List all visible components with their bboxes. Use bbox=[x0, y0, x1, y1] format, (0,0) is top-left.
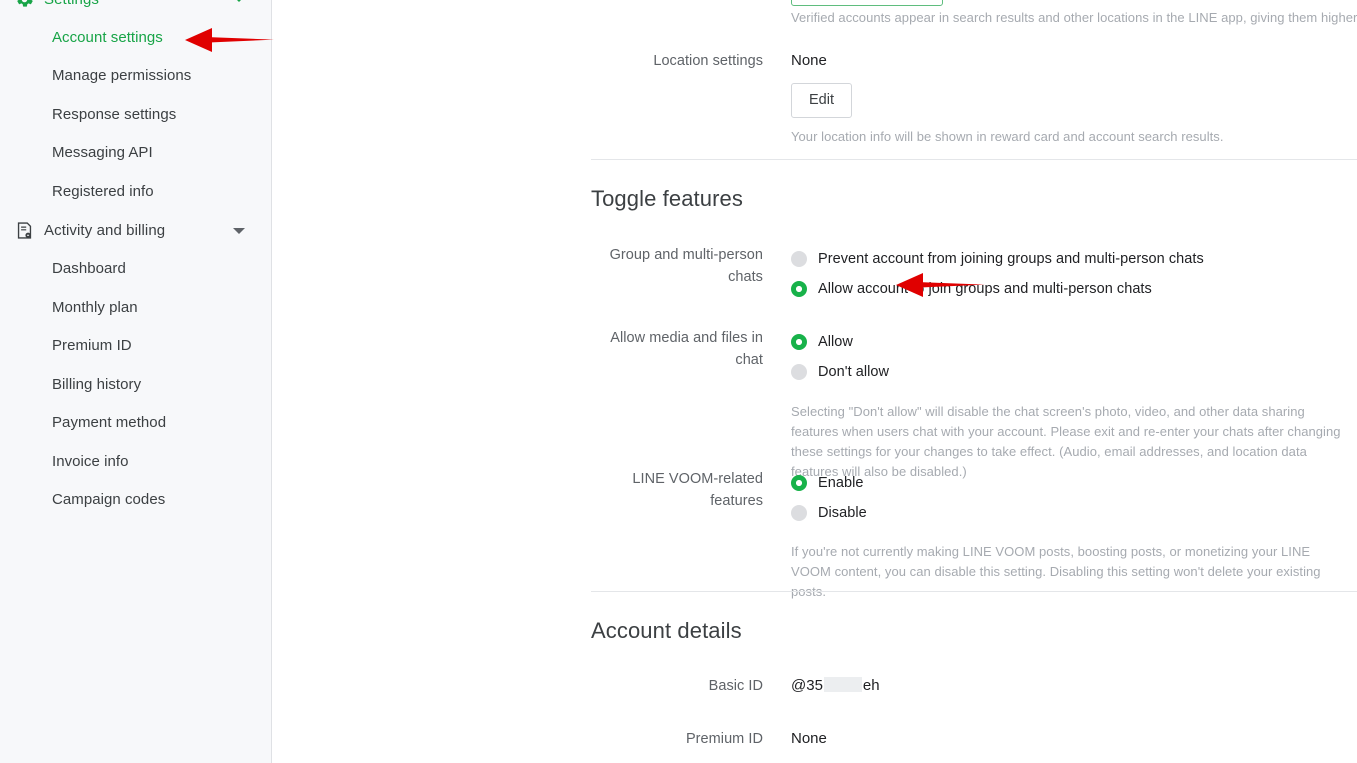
sidebar-navigation: Settings Account settings Manage permiss… bbox=[0, 0, 272, 763]
radio-voom-enable[interactable]: Enable bbox=[791, 468, 1357, 498]
location-settings-value-group: None Edit Your location info will be sho… bbox=[791, 50, 1357, 147]
radio-indicator-selected bbox=[791, 475, 807, 491]
sidebar-item-label: Billing history bbox=[52, 375, 142, 393]
gear-icon bbox=[14, 0, 34, 9]
basic-id-value: @35 eh bbox=[791, 675, 1357, 697]
toggle-features-title: Toggle features bbox=[591, 186, 743, 211]
group-chats-label: Group and multi-person chats bbox=[609, 247, 763, 285]
sidebar-item-label: Response settings bbox=[52, 105, 177, 123]
radio-indicator-unselected bbox=[791, 505, 807, 521]
sidebar-group-label-activity-and-billing: Activity and billing bbox=[44, 222, 166, 239]
radio-media-dont-allow[interactable]: Don't allow bbox=[791, 357, 1357, 387]
premium-id-label: Premium ID bbox=[685, 731, 763, 747]
chevron-down-icon[interactable] bbox=[233, 227, 245, 234]
line-voom-label: LINE VOOM-related features bbox=[632, 471, 763, 509]
sidebar-item-label: Monthly plan bbox=[52, 298, 138, 316]
section-divider-toggle-features bbox=[591, 159, 1357, 160]
group-chats-field: Group and multi-person chats Prevent acc… bbox=[591, 244, 1357, 304]
premium-id-value: None bbox=[791, 730, 827, 747]
chevron-down-icon[interactable] bbox=[233, 0, 245, 2]
sidebar-item-label: Registered info bbox=[52, 182, 154, 200]
radio-label: Prevent account from joining groups and … bbox=[818, 251, 1204, 267]
radio-indicator-unselected bbox=[791, 251, 807, 267]
sidebar-item-billing-history[interactable]: Billing history bbox=[0, 365, 271, 404]
sidebar-item-label: Invoice info bbox=[52, 452, 129, 470]
section-divider-account-details bbox=[591, 591, 1357, 592]
basic-id-value-group: @35 eh bbox=[791, 675, 1357, 697]
basic-id-prefix: @35 bbox=[791, 677, 823, 694]
radio-label: Allow account to join groups and multi-p… bbox=[818, 281, 1152, 297]
sidebar-item-label: Manage permissions bbox=[52, 67, 192, 85]
sidebar-item-label: Payment method bbox=[52, 414, 167, 432]
sidebar-group-activity-and-billing[interactable]: Activity and billing bbox=[0, 212, 271, 250]
radio-voom-disable[interactable]: Disable bbox=[791, 498, 1357, 528]
line-voom-help-text: If you're not currently making LINE VOOM… bbox=[791, 544, 1321, 599]
sidebar-item-campaign-codes[interactable]: Campaign codes bbox=[0, 481, 271, 520]
document-billing-icon bbox=[14, 221, 34, 241]
line-official-account-manager: Settings Account settings Manage permiss… bbox=[0, 0, 1357, 763]
radio-allow-joining-groups[interactable]: Allow account to join groups and multi-p… bbox=[791, 274, 1357, 304]
radio-label: Don't allow bbox=[818, 364, 890, 380]
sidebar-item-invoice-info[interactable]: Invoice info bbox=[0, 442, 271, 481]
radio-label: Enable bbox=[818, 475, 864, 491]
sidebar-item-label: Account settings bbox=[52, 28, 163, 46]
sidebar-item-messaging-api[interactable]: Messaging API bbox=[0, 134, 271, 173]
radio-indicator-selected bbox=[791, 281, 807, 297]
location-edit-button[interactable]: Edit bbox=[791, 83, 852, 118]
radio-indicator-unselected bbox=[791, 364, 807, 380]
premium-id-value-group: None bbox=[791, 728, 1357, 750]
radio-label: Allow bbox=[818, 334, 853, 350]
media-files-options: Allow Don't allow Selecting "Don't allow… bbox=[791, 327, 1357, 482]
radio-indicator-selected bbox=[791, 334, 807, 350]
basic-id-suffix: eh bbox=[862, 677, 880, 694]
sidebar-group-settings[interactable]: Settings bbox=[0, 0, 271, 18]
sidebar-item-label: Premium ID bbox=[52, 337, 132, 355]
sidebar-item-label: Messaging API bbox=[52, 144, 153, 162]
radio-media-allow[interactable]: Allow bbox=[791, 327, 1357, 357]
radio-label: Disable bbox=[818, 505, 867, 521]
media-files-label: Allow media and files in chat bbox=[610, 330, 763, 368]
sidebar-item-dashboard[interactable]: Dashboard bbox=[0, 250, 271, 289]
location-settings-field: Location settings None Edit Your locatio… bbox=[591, 50, 1357, 147]
sidebar-item-account-settings[interactable]: Account settings bbox=[0, 18, 271, 57]
sidebar-item-payment-method[interactable]: Payment method bbox=[0, 404, 271, 443]
basic-id-redaction bbox=[823, 677, 862, 692]
account-settings-content: Verified accounts appear in search resul… bbox=[272, 0, 1357, 763]
basic-id-field: Basic ID @35 eh bbox=[591, 675, 1357, 697]
line-voom-options: Enable Disable If you're not currently m… bbox=[791, 468, 1357, 602]
group-chats-options: Prevent account from joining groups and … bbox=[791, 244, 1357, 304]
verified-accounts-help-text: Verified accounts appear in search resul… bbox=[791, 10, 1357, 25]
sidebar-item-premium-id[interactable]: Premium ID bbox=[0, 327, 271, 366]
media-files-field: Allow media and files in chat Allow Don'… bbox=[591, 327, 1357, 482]
sidebar-item-response-settings[interactable]: Response settings bbox=[0, 95, 271, 134]
basic-id-label: Basic ID bbox=[708, 678, 763, 694]
location-settings-value: None bbox=[791, 52, 827, 69]
sidebar-item-label: Dashboard bbox=[52, 260, 126, 278]
sidebar-item-registered-info[interactable]: Registered info bbox=[0, 172, 271, 211]
location-settings-help-text: Your location info will be shown in rewa… bbox=[791, 129, 1224, 144]
verification-button-clipped[interactable] bbox=[791, 0, 943, 6]
sidebar-item-monthly-plan[interactable]: Monthly plan bbox=[0, 288, 271, 327]
sidebar-group-label-settings: Settings bbox=[44, 0, 99, 8]
premium-id-field: Premium ID None bbox=[591, 728, 1357, 750]
sidebar-item-manage-permissions[interactable]: Manage permissions bbox=[0, 57, 271, 96]
radio-prevent-joining-groups[interactable]: Prevent account from joining groups and … bbox=[791, 244, 1357, 274]
line-voom-field: LINE VOOM-related features Enable Disabl… bbox=[591, 468, 1357, 602]
sidebar-item-label: Campaign codes bbox=[52, 491, 166, 509]
location-settings-label: Location settings bbox=[653, 53, 763, 69]
account-details-title: Account details bbox=[591, 618, 742, 643]
